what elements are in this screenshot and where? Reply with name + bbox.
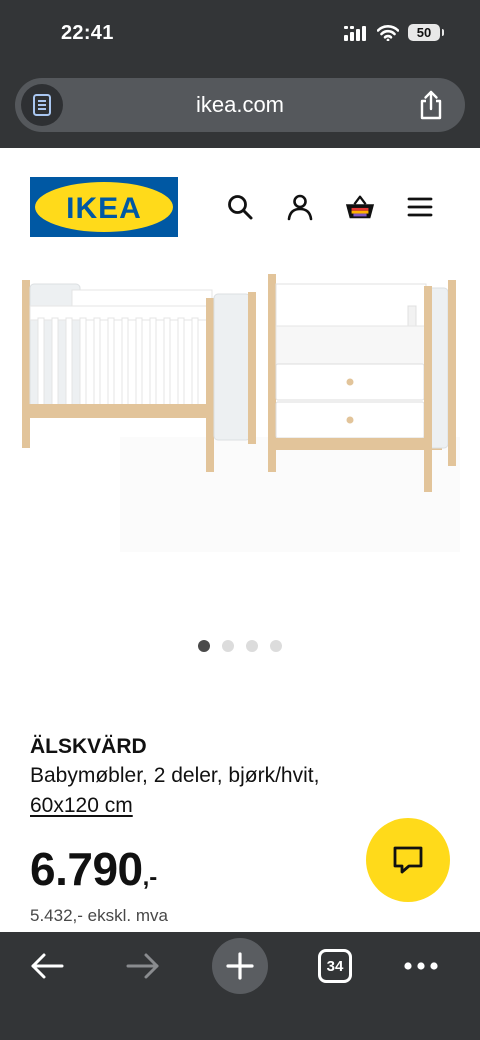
carousel-dot[interactable] [198,640,210,652]
browser-bottom-toolbar: 34 [0,932,480,1040]
chat-icon [393,846,423,874]
status-time: 22:41 [61,22,114,44]
back-arrow-icon [31,953,64,979]
share-button[interactable] [417,89,445,126]
more-button[interactable] [393,938,449,994]
product-size-link[interactable]: 60x120 cm [30,794,133,818]
url-domain[interactable]: ikea.com [15,92,465,118]
price-suffix: ,- [142,864,158,891]
carousel-dot[interactable] [246,640,258,652]
search-icon [228,195,253,220]
ikea-logo[interactable]: IKEA [30,177,178,237]
new-tab-icon [226,952,254,980]
back-button[interactable] [19,938,75,994]
tab-count: 34 [326,957,344,975]
product-image[interactable] [0,262,480,562]
logo-text: IKEA [66,192,142,225]
chat-button[interactable] [366,818,450,902]
product-description: Babymøbler, 2 deler, bjørk/hvit, [30,764,320,787]
forward-arrow-icon [126,953,159,979]
cellular-signal-icon [344,25,366,41]
share-icon [420,90,442,120]
status-icons: 50 [344,24,444,41]
tabs-icon: 34 [318,949,352,983]
battery-icon: 50 [408,24,444,41]
menu-icon [407,197,433,217]
wifi-icon [377,24,399,41]
product-price: 6.790 ,- [30,842,157,896]
cart-icon [345,195,375,219]
account-button[interactable] [285,192,315,222]
product-name: ÄLSKVÄRD [30,735,147,758]
image-carousel-dots[interactable] [198,640,282,652]
forward-button[interactable] [115,938,171,994]
search-button[interactable] [225,192,255,222]
tabs-button[interactable]: 34 [307,938,363,994]
cart-button[interactable] [345,192,375,222]
new-tab-button[interactable] [212,938,268,994]
account-icon [287,194,313,221]
menu-button[interactable] [405,192,435,222]
url-bar[interactable]: ikea.com [15,78,465,132]
price-excluding-vat: 5.432,- ekskl. mva [30,906,168,925]
battery-level: 50 [416,25,432,40]
carousel-dot[interactable] [222,640,234,652]
more-icon [404,962,438,970]
browser-top-chrome: 22:41 50 ikea.com [0,0,480,148]
price-amount: 6.790 [30,843,143,895]
carousel-dot[interactable] [270,640,282,652]
